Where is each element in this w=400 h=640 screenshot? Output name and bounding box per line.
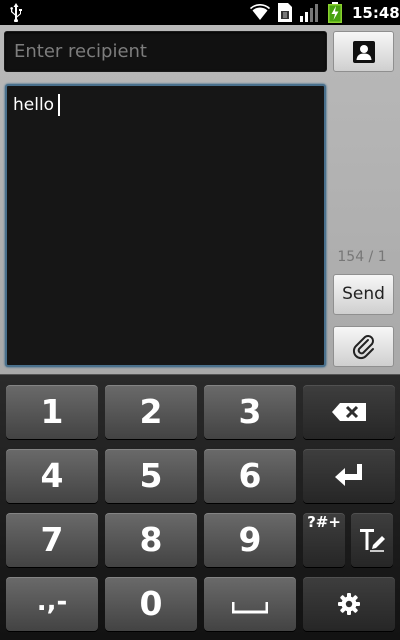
wifi-icon: [250, 4, 270, 20]
key-0-label: 0: [139, 584, 163, 623]
key-7-label: 7: [40, 520, 64, 559]
signal-icon: [300, 4, 318, 22]
text-mode-key[interactable]: [351, 513, 393, 567]
key-5[interactable]: 5: [105, 449, 197, 503]
key-9-label: 9: [238, 520, 262, 559]
compose-area: Enter recipient hello 154 / 1 Send: [0, 25, 400, 374]
recipient-input[interactable]: Enter recipient: [4, 31, 327, 72]
settings-key[interactable]: [303, 577, 395, 631]
punctuation-key[interactable]: .,-: [6, 577, 98, 631]
enter-key[interactable]: [303, 449, 395, 503]
symbols-key-label: ?#+: [307, 513, 341, 531]
message-text: hello: [13, 95, 55, 115]
battery-charging-icon: [328, 2, 342, 23]
key-1[interactable]: 1: [6, 385, 98, 439]
usb-icon: [10, 3, 22, 22]
key-1-label: 1: [40, 392, 64, 431]
key-8-label: 8: [139, 520, 163, 559]
space-icon: [232, 602, 268, 614]
symbols-key[interactable]: ?#+: [303, 513, 345, 567]
key-7[interactable]: 7: [6, 513, 98, 567]
paperclip-icon: [352, 335, 374, 360]
numeric-keyboard: 1 2 3 4 5 6 7 8 9 ?#+ .,- 0: [0, 374, 400, 640]
attach-button[interactable]: [333, 326, 394, 367]
punctuation-key-label: .,-: [36, 587, 68, 617]
key-9[interactable]: 9: [204, 513, 296, 567]
space-key[interactable]: [204, 577, 296, 631]
text-cursor: [58, 94, 61, 116]
key-4[interactable]: 4: [6, 449, 98, 503]
key-8[interactable]: 8: [105, 513, 197, 567]
key-2[interactable]: 2: [105, 385, 197, 439]
character-counter: 154 / 1: [337, 249, 387, 265]
key-6[interactable]: 6: [204, 449, 296, 503]
key-5-label: 5: [139, 456, 163, 495]
key-6-label: 6: [238, 456, 262, 495]
clock-time: 15:48: [352, 4, 400, 22]
contact-picker-button[interactable]: [333, 31, 394, 72]
contact-icon: [353, 41, 375, 63]
key-0[interactable]: 0: [105, 577, 197, 631]
key-3[interactable]: 3: [204, 385, 296, 439]
key-3-label: 3: [238, 392, 262, 431]
status-bar: 15:48: [0, 0, 400, 25]
key-2-label: 2: [139, 392, 163, 431]
sim-card-icon: [278, 3, 292, 22]
key-4-label: 4: [40, 456, 64, 495]
settings-icon: [338, 593, 360, 615]
enter-icon: [335, 464, 362, 486]
backspace-key[interactable]: [303, 385, 395, 439]
text-mode-icon: [360, 529, 385, 552]
send-button[interactable]: Send: [333, 274, 394, 315]
backspace-icon: [332, 403, 366, 421]
message-input[interactable]: hello: [5, 84, 326, 367]
